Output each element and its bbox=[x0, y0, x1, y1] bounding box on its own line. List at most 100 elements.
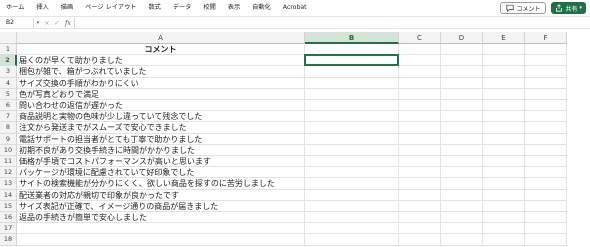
cell-f1[interactable] bbox=[525, 44, 567, 56]
cell-c6[interactable] bbox=[399, 100, 441, 112]
cell-f13[interactable] bbox=[525, 178, 567, 190]
cell-a6[interactable]: 問い合わせの返信が遅かった bbox=[17, 100, 305, 112]
cell-f8[interactable] bbox=[525, 122, 567, 134]
cell-c11[interactable] bbox=[399, 156, 441, 168]
cell-b10[interactable] bbox=[305, 144, 399, 156]
row-header-9[interactable]: 9 bbox=[0, 133, 17, 145]
cell-d14[interactable] bbox=[441, 189, 483, 201]
column-header-c[interactable]: C bbox=[399, 32, 441, 44]
row-header-8[interactable]: 8 bbox=[0, 122, 17, 134]
cell-f12[interactable] bbox=[525, 167, 567, 179]
name-box[interactable]: B2 bbox=[2, 17, 34, 28]
insert-function-icon[interactable]: fx bbox=[62, 19, 74, 27]
cell-c2[interactable] bbox=[399, 55, 441, 67]
row-header-1[interactable]: 1 bbox=[0, 44, 17, 56]
row-header-6[interactable]: 6 bbox=[0, 100, 17, 112]
cell-b18[interactable] bbox=[305, 234, 399, 246]
cell-e17[interactable] bbox=[483, 223, 525, 235]
row-header-15[interactable]: 15 bbox=[0, 200, 17, 212]
row-header-18[interactable]: 18 bbox=[0, 234, 17, 246]
cell-b16[interactable] bbox=[305, 212, 399, 224]
cell-e14[interactable] bbox=[483, 189, 525, 201]
cell-e7[interactable] bbox=[483, 111, 525, 123]
cell-c1[interactable] bbox=[399, 44, 441, 56]
cell-a16[interactable]: 返品の手続きが簡単で安心しました bbox=[17, 212, 305, 224]
cell-b14[interactable] bbox=[305, 189, 399, 201]
cell-e18[interactable] bbox=[483, 234, 525, 246]
confirm-icon[interactable]: ✓ bbox=[52, 19, 62, 27]
cell-e5[interactable] bbox=[483, 88, 525, 100]
cell-b7[interactable] bbox=[305, 111, 399, 123]
cell-c10[interactable] bbox=[399, 144, 441, 156]
cell-d11[interactable] bbox=[441, 156, 483, 168]
tab-home[interactable]: ホーム bbox=[0, 0, 30, 16]
cell-f3[interactable] bbox=[525, 66, 567, 78]
cell-f14[interactable] bbox=[525, 189, 567, 201]
cell-c14[interactable] bbox=[399, 189, 441, 201]
cell-d3[interactable] bbox=[441, 66, 483, 78]
cell-a10[interactable]: 初期不良があり交換手続きに時間がかかりました bbox=[17, 144, 305, 156]
cell-d16[interactable] bbox=[441, 212, 483, 224]
cell-c16[interactable] bbox=[399, 212, 441, 224]
column-header-b[interactable]: B bbox=[305, 32, 399, 44]
cell-f10[interactable] bbox=[525, 144, 567, 156]
cell-f9[interactable] bbox=[525, 133, 567, 145]
cell-a15[interactable]: サイズ表記が正確で、イメージ通りの商品が届きました bbox=[17, 200, 305, 212]
cell-d15[interactable] bbox=[441, 200, 483, 212]
cell-e15[interactable] bbox=[483, 200, 525, 212]
cell-f16[interactable] bbox=[525, 212, 567, 224]
cell-c4[interactable] bbox=[399, 77, 441, 89]
cell-f17[interactable] bbox=[525, 223, 567, 235]
cell-c7[interactable] bbox=[399, 111, 441, 123]
cell-c5[interactable] bbox=[399, 88, 441, 100]
cell-a5[interactable]: 色が写真どおりで満足 bbox=[17, 88, 305, 100]
cell-b9[interactable] bbox=[305, 133, 399, 145]
row-header-2[interactable]: 2 bbox=[0, 55, 17, 67]
cell-b8[interactable] bbox=[305, 122, 399, 134]
row-header-16[interactable]: 16 bbox=[0, 212, 17, 224]
cell-d9[interactable] bbox=[441, 133, 483, 145]
row-header-7[interactable]: 7 bbox=[0, 111, 17, 123]
cell-c18[interactable] bbox=[399, 234, 441, 246]
cell-a11[interactable]: 価格が手頃でコストパフォーマンスが高いと思います bbox=[17, 156, 305, 168]
cell-f5[interactable] bbox=[525, 88, 567, 100]
cell-e12[interactable] bbox=[483, 167, 525, 179]
cell-a14[interactable]: 配送業者の対応が親切で印象が良かったです bbox=[17, 189, 305, 201]
tab-acrobat[interactable]: Acrobat bbox=[277, 0, 313, 16]
tab-review[interactable]: 校閲 bbox=[197, 0, 221, 16]
cell-c15[interactable] bbox=[399, 200, 441, 212]
cell-d12[interactable] bbox=[441, 167, 483, 179]
tab-view[interactable]: 表示 bbox=[222, 0, 246, 16]
select-all-corner[interactable] bbox=[0, 32, 17, 44]
cell-b6[interactable] bbox=[305, 100, 399, 112]
cancel-icon[interactable]: × bbox=[42, 19, 52, 27]
row-header-11[interactable]: 11 bbox=[0, 156, 17, 168]
cell-f7[interactable] bbox=[525, 111, 567, 123]
cell-a3[interactable]: 梱包が雑で、箱がつぶれていました bbox=[17, 66, 305, 78]
cell-c12[interactable] bbox=[399, 167, 441, 179]
tab-draw[interactable]: 描画 bbox=[55, 0, 79, 16]
cell-e6[interactable] bbox=[483, 100, 525, 112]
cell-f2[interactable] bbox=[525, 55, 567, 67]
cell-e10[interactable] bbox=[483, 144, 525, 156]
cell-c13[interactable] bbox=[399, 178, 441, 190]
cell-a12[interactable]: パッケージが環境に配慮されていて好印象でした bbox=[17, 167, 305, 179]
cell-b2[interactable] bbox=[305, 55, 399, 67]
cell-d8[interactable] bbox=[441, 122, 483, 134]
tab-automate[interactable]: 自動化 bbox=[246, 0, 277, 16]
cell-a4[interactable]: サイズ交換の手順がわかりにくい bbox=[17, 77, 305, 89]
cell-d2[interactable] bbox=[441, 55, 483, 67]
row-header-5[interactable]: 5 bbox=[0, 88, 17, 100]
cell-d7[interactable] bbox=[441, 111, 483, 123]
tab-data[interactable]: データ bbox=[167, 0, 198, 16]
comment-button[interactable]: コメント bbox=[500, 2, 547, 14]
cell-b3[interactable] bbox=[305, 66, 399, 78]
tab-page-layout[interactable]: ページ レイアウト bbox=[79, 0, 142, 16]
cell-a1[interactable]: コメント bbox=[17, 44, 305, 56]
cell-d13[interactable] bbox=[441, 178, 483, 190]
cell-f18[interactable] bbox=[525, 234, 567, 246]
cell-e4[interactable] bbox=[483, 77, 525, 89]
cell-b11[interactable] bbox=[305, 156, 399, 168]
cell-d18[interactable] bbox=[441, 234, 483, 246]
cell-b1[interactable] bbox=[305, 44, 399, 56]
